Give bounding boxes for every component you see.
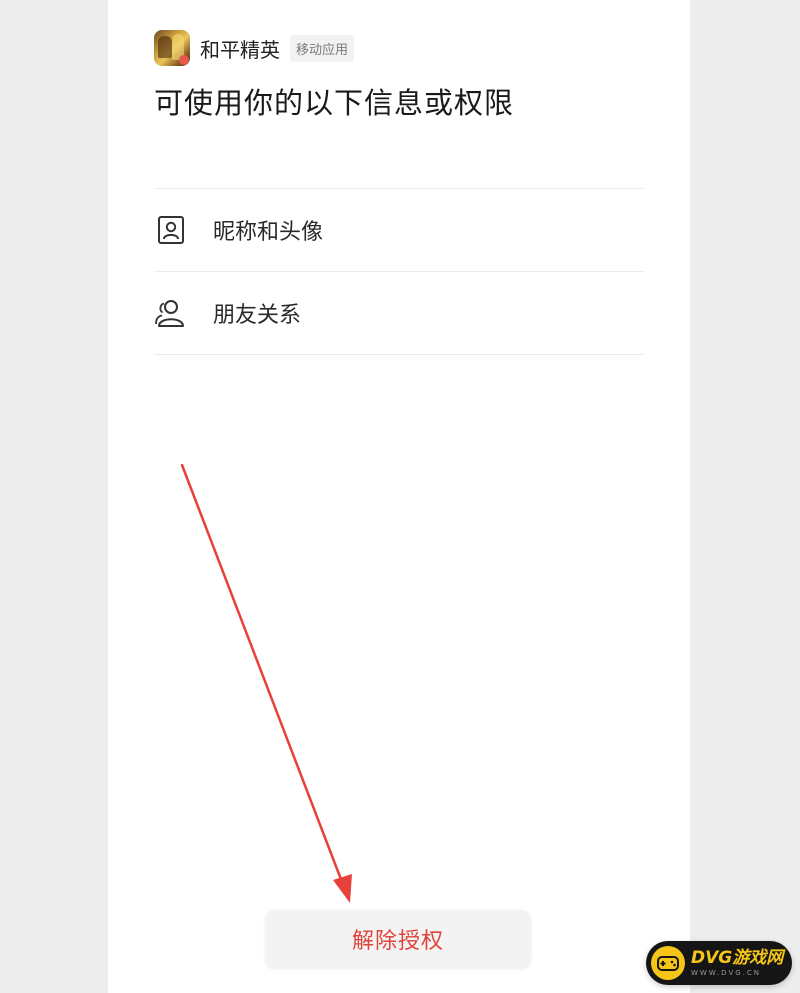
app-type-badge: 移动应用: [290, 34, 355, 62]
page-title: 可使用你的以下信息或权限: [154, 86, 515, 120]
authorization-screen: 和平精英 移动应用 可使用你的以下信息或权限 昵称和头像 朋友关系 解除授权: [108, 0, 690, 993]
divider: [154, 354, 644, 355]
gamepad-icon: [651, 946, 685, 980]
app-name: 和平精英: [200, 37, 280, 62]
revoke-authorization-button[interactable]: 解除授权: [265, 910, 531, 968]
watermark-url: WWW.DVG.CN: [691, 968, 762, 977]
friends-icon: [154, 296, 188, 330]
app-header: 和平精英 移动应用: [154, 30, 355, 66]
app-icon: [154, 30, 190, 66]
profile-card-icon: [154, 213, 188, 247]
permission-label: 昵称和头像: [213, 220, 324, 245]
watermark-text: DVG游戏网: [691, 947, 784, 968]
permission-item-profile: 昵称和头像: [154, 189, 644, 271]
permission-label: 朋友关系: [213, 303, 302, 328]
watermark-badge: DVG游戏网 WWW.DVG.CN: [646, 941, 792, 985]
permission-item-friends: 朋友关系: [154, 272, 644, 354]
